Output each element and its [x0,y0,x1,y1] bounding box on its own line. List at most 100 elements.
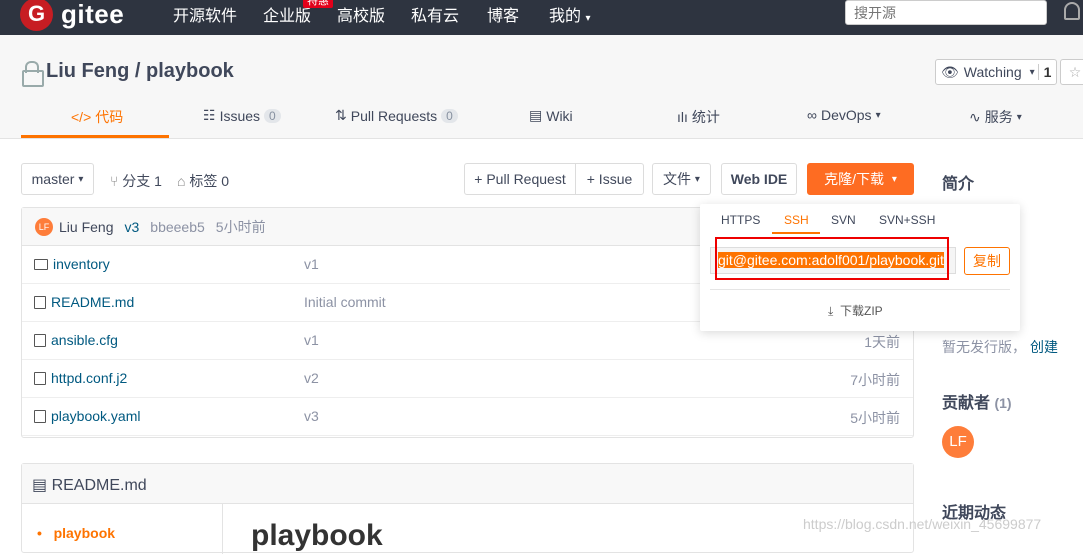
infinity-icon: ∞ [807,107,817,123]
file-icon [34,409,46,423]
eye-icon: 👁 [941,63,959,80]
star-button[interactable]: ☆ [1060,59,1083,85]
file-row[interactable]: playbook.yaml v3 5小时前 [22,398,913,436]
active-clone-tab-indicator [772,232,820,234]
nav-mine[interactable]: 我的 ▾ [549,2,591,26]
tags-link[interactable]: ⌂ 标签 0 [177,171,229,191]
branch-select[interactable]: master ▾ [21,163,94,195]
tab-issues[interactable]: ☷ Issues 0 [203,107,281,124]
toc-item[interactable]: • playbook [37,525,115,541]
divider [710,289,1010,290]
sidebar-intro-heading: 简介 [942,176,975,193]
search-input[interactable] [845,0,1047,25]
caret-down-icon: ▾ [875,109,881,121]
file-name-link[interactable]: inventory [34,256,110,272]
commit-author[interactable]: Liu Feng [59,219,113,235]
tab-pull-requests[interactable]: ⇅ Pull Requests 0 [335,107,458,124]
pull-request-icon: ⇅ [335,107,347,123]
clone-tab-ssh[interactable]: SSH [784,213,809,227]
watch-button[interactable]: 👁 Watching ▾ 1 [935,59,1058,85]
repo-header: Liu Feng / playbook 👁 Watching ▾ 1 ☆ </> 代码 … [0,35,1083,139]
tab-label: 代码 [95,109,124,125]
readme-header: ▤ README.md [22,464,913,504]
file-name-link[interactable]: README.md [34,294,134,310]
readme-heading: playbook [251,519,383,552]
file-menu-button[interactable]: 文件 ▾ [652,163,711,195]
highlight-box [715,237,949,280]
create-release-link[interactable]: 创建 [1030,339,1058,355]
file-icon: ▤ [32,477,48,494]
copy-button[interactable]: 复制 [964,247,1010,275]
repo-owner[interactable]: Liu Feng [46,60,129,83]
tag-icon: ⌂ [177,173,186,189]
bar-chart-icon: ılı [677,109,688,125]
tab-label: Wiki [546,107,573,124]
download-zip-link[interactable]: ⤓ 下载ZIP [828,302,883,319]
file-commit-message[interactable]: v3 [304,408,319,424]
file-name: ansible.cfg [51,332,118,348]
file-commit-message[interactable]: v2 [304,370,319,386]
tab-code[interactable]: </> 代码 [71,107,123,127]
caret-down-icon: ▾ [1029,66,1035,78]
watermark: https://blog.csdn.net/weixin_45699877 [803,516,1042,532]
watch-count[interactable]: 1 [1037,64,1057,80]
top-navbar: Ggitee 开源软件 企业版 高校版 私有云 博客 我的 ▾ 特惠 [0,0,1083,35]
commit-message[interactable]: v3 [124,219,139,235]
branches-link[interactable]: ⑂ 分支 1 [110,171,162,191]
file-name: httpd.conf.j2 [51,370,128,386]
clone-tab-svn[interactable]: SVN [831,213,856,227]
file-icon [34,371,46,385]
file-name-link[interactable]: httpd.conf.j2 [34,370,127,386]
promo-badge: 特惠 [303,0,333,8]
clone-tab-https[interactable]: HTTPS [721,213,760,227]
contributor-avatar[interactable]: LF [942,426,974,458]
tab-label: DevOps [820,107,872,123]
new-pull-request-button[interactable]: + Pull Request [464,163,576,195]
pulse-icon: ∿ [969,108,981,125]
file-row[interactable]: httpd.conf.j2 v2 7小时前 [22,360,913,398]
issues-icon: ☷ [203,107,216,123]
file-commit-message[interactable]: v1 [304,332,319,348]
file-name-link[interactable]: playbook.yaml [34,408,141,424]
nav-blog[interactable]: 博客 [487,2,519,26]
caret-down-icon: ▾ [891,173,897,185]
watch-label: Watching [963,64,1022,80]
clone-tab-svn-ssh[interactable]: SVN+SSH [879,213,935,227]
code-icon: </> [71,109,92,125]
caret-down-icon: ▾ [694,173,700,185]
file-commit-message[interactable]: Initial commit [304,294,386,310]
clone-download-button[interactable]: 克隆/下载 ▾ [807,163,914,195]
file-name: playbook.yaml [51,408,141,424]
lock-icon [22,60,44,87]
caret-down-icon: ▾ [1016,111,1022,123]
gitee-logo[interactable]: Ggitee [20,0,124,31]
tab-devops[interactable]: ∞ DevOps ▾ [807,107,881,123]
file-icon [34,295,46,309]
tab-wiki[interactable]: ▤ Wiki [529,107,573,124]
new-issue-button[interactable]: + Issue [575,163,644,195]
tab-services[interactable]: ∿ 服务 ▾ [969,107,1022,127]
nav-education[interactable]: 高校版 [337,2,385,26]
download-icon: ⤓ [828,304,834,318]
file-name: inventory [53,256,110,272]
web-ide-button[interactable]: Web IDE [721,163,797,195]
file-icon [34,333,46,347]
logo-text: gitee [61,0,125,29]
commit-time: 5小时前 [215,218,266,235]
contributors-count: (1) [994,395,1012,411]
readme-panel: ▤ README.md • playbook playbook [21,463,914,554]
file-name-link[interactable]: ansible.cfg [34,332,118,348]
tab-stats[interactable]: ılı 统计 [677,107,720,127]
nav-private-cloud[interactable]: 私有云 [411,2,459,26]
nav-open-source[interactable]: 开源软件 [173,2,237,26]
readme-toc: • playbook [22,504,223,554]
avatar[interactable]: LF [35,217,53,236]
bell-icon[interactable] [1064,2,1080,20]
repo-name[interactable]: playbook [146,60,234,83]
tab-label: 统计 [691,109,720,125]
file-commit-message[interactable]: v1 [304,256,319,272]
contributors-label: 贡献者 [942,395,991,412]
tags-label: 标签 0 [189,173,230,189]
commit-hash[interactable]: bbeeeb5 [150,219,205,235]
tab-count: 0 [264,108,281,123]
